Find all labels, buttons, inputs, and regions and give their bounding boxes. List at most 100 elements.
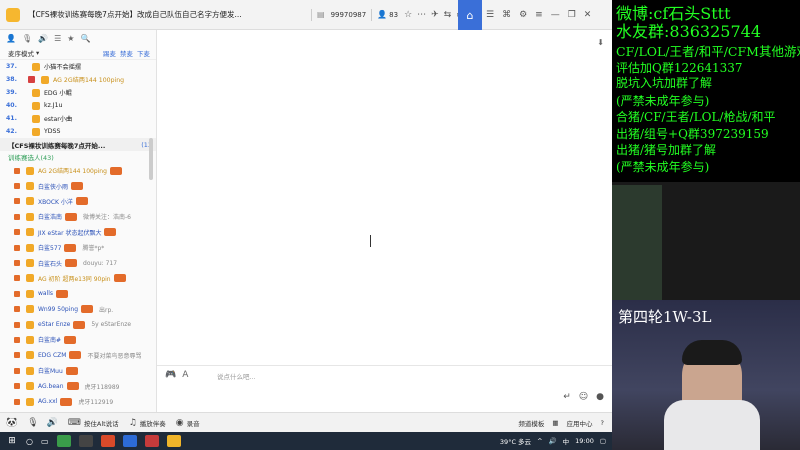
list-icon[interactable]: ☰ [54, 34, 61, 43]
member-item[interactable]: JIX eStar 状态起伏飘大 [0, 225, 156, 240]
record-button[interactable]: ◉ 录音 [176, 418, 200, 428]
member-item[interactable]: 白鲨石头 douyu: 717 [0, 255, 156, 270]
star-icon[interactable]: ★ [67, 34, 74, 43]
mic-queue-item[interactable]: 42. YDSS [0, 125, 156, 138]
app-icon[interactable] [166, 435, 181, 447]
settings-icon[interactable]: ⚙ [519, 10, 527, 20]
clock[interactable]: 19:00 [575, 437, 594, 445]
minimize-icon[interactable]: — [551, 10, 560, 20]
member-item[interactable]: 白鲨577 腾誉*p* [0, 240, 156, 255]
font-icon[interactable]: A [182, 370, 188, 380]
play-music-button[interactable]: ♫ 播放伴奏 [129, 418, 166, 428]
menu-icon[interactable]: ≡ [535, 10, 543, 20]
gamepad-icon[interactable]: ⌘ [502, 10, 511, 20]
member-item[interactable]: eStar Enze 5y eStarEnze [0, 317, 156, 332]
member-name: walls [38, 290, 54, 298]
member-item[interactable]: Wn99 50ping 出rp. [0, 302, 156, 317]
kick-mic-button[interactable]: 踢麦 [103, 48, 116, 58]
member-item[interactable]: EDG CZM 不要对菜鸟恶意辱骂 [0, 348, 156, 363]
member-item[interactable]: AG.xxl 虎牙112919 [0, 394, 156, 409]
chat-input[interactable]: 说点什么吧... [217, 371, 256, 381]
crown-icon [26, 274, 34, 283]
member-item[interactable]: walls [0, 286, 156, 301]
ban-mic-button[interactable]: 禁麦 [120, 48, 133, 58]
group-header[interactable]: 【CFS裸妆训练赛每晚7点开始... (13 [0, 138, 156, 151]
volume-icon[interactable]: 🔊 [549, 437, 557, 445]
tray-icon[interactable]: ^ [537, 437, 542, 445]
member-item[interactable]: AG 2G结两144 100ping [0, 163, 156, 178]
gamepad-icon[interactable]: 🎮 [165, 370, 176, 380]
member-item[interactable]: 白鲨Muu [0, 363, 156, 378]
chat-input-area[interactable]: 🎮 A 说点什么吧... ↵ ☺ ● [157, 365, 612, 412]
mic-mode-label[interactable]: 麦序模式 [8, 48, 34, 58]
mic-queue-item[interactable]: 41. estar小曲 [0, 112, 156, 125]
mic-queue-item[interactable]: 39. EDG 小鲲 [0, 86, 156, 99]
app-icon[interactable] [122, 435, 137, 447]
subgroup-header[interactable]: 训练赛选人(43) [0, 151, 156, 163]
maximize-icon[interactable]: ❐ [568, 10, 576, 20]
overlay-line: 合猪/CF/王者/LOL/枪战/和平 [616, 110, 776, 124]
speaker-icon[interactable]: 🔊 [38, 34, 48, 43]
crown-icon [26, 382, 34, 391]
download-icon[interactable]: ⬇ [597, 38, 604, 47]
member-item[interactable]: 白鲨浩南 微博关注：浩南-6 [0, 209, 156, 224]
home-button[interactable]: ⌂ [458, 0, 482, 30]
push-to-talk-button[interactable]: ⌨ 按住Alt说话 [68, 418, 119, 428]
level-badge-icon [65, 259, 78, 268]
mic-icon[interactable]: 🎙 [22, 34, 32, 43]
mascot-icon: 🐼 [6, 417, 18, 428]
member-name: 白鲨石头 [38, 260, 63, 268]
list-icon[interactable]: ☰ [486, 10, 494, 20]
mic-queue-item[interactable]: 38. AG 2G结两144 100ping [0, 73, 156, 86]
queue-name: AG 2G结两144 100ping [53, 77, 125, 84]
app-icon[interactable] [56, 435, 71, 447]
lang-indicator[interactable]: 中 [563, 436, 570, 446]
crown-icon [32, 62, 40, 71]
mic-queue-item[interactable]: 40. kz.J1u [0, 99, 156, 112]
member-name: eStar Enze [38, 321, 71, 329]
crown-icon [26, 182, 34, 191]
search-icon[interactable]: ○ [26, 437, 33, 446]
app-icon[interactable] [144, 435, 159, 447]
share-icon[interactable]: ⇆ [444, 10, 452, 20]
mic-icon[interactable]: 🎙 [27, 418, 38, 428]
search-icon[interactable]: 🔍 [80, 34, 90, 43]
help-icon[interactable]: ? [601, 419, 604, 427]
member-signature: 微博关注：浩南-6 [83, 214, 131, 222]
windows-start-icon[interactable]: ⊞ [4, 434, 20, 448]
mic-queue-item[interactable]: 37. 小猫不会摇摆 [0, 60, 156, 73]
close-icon[interactable]: ✕ [584, 10, 592, 20]
chevron-down-icon[interactable]: ▾ [36, 49, 39, 57]
member-panel: 👤 🎙 🔊 ☰ ★ 🔍 麦序模式 ▾ 踢麦 禁麦 下麦 37. 小猫不会摇摆 38.… [0, 30, 157, 437]
member-item[interactable]: AG.bean 虎牙118989 [0, 378, 156, 393]
user-icon[interactable]: 👤 [6, 34, 16, 43]
scrollbar[interactable] [149, 138, 153, 180]
taskview-icon[interactable]: ▭ [41, 437, 49, 446]
role-icon [14, 198, 20, 205]
member-item[interactable]: 白鲨侠小雨 [0, 178, 156, 193]
role-icon [14, 352, 20, 359]
volume-icon[interactable]: 🔊 [47, 418, 58, 428]
leave-mic-button[interactable]: 下麦 [137, 48, 150, 58]
overlay-line: 脱坑入坑加群了解 [616, 76, 713, 90]
member-item[interactable]: AG 初阶 超两e13同 90pin [0, 271, 156, 286]
crown-icon [26, 166, 34, 175]
user-count-icon: 👤 [377, 10, 388, 19]
app-icon[interactable] [78, 435, 93, 447]
apps-icon[interactable]: ▦ [552, 419, 558, 427]
send-icon[interactable]: ↵ [563, 392, 571, 402]
star-icon[interactable]: ☆ [404, 10, 412, 20]
member-item[interactable]: 白鲨南# [0, 332, 156, 347]
role-icon [14, 367, 20, 374]
emoji-icon[interactable]: ☺ [579, 392, 588, 402]
app-center-button[interactable]: 应用中心 [567, 418, 593, 428]
member-name: AG 2G结两144 100ping [38, 168, 107, 176]
home-icon: ⌂ [466, 8, 474, 22]
more-icon[interactable]: ⋯ [417, 10, 426, 20]
channel-template-button[interactable]: 频道模板 [518, 418, 544, 428]
member-item[interactable]: XBOCK 小洋 [0, 194, 156, 209]
app-icon[interactable] [100, 435, 115, 447]
gift-icon[interactable]: ● [596, 392, 604, 402]
plane-icon[interactable]: ✈ [431, 10, 439, 20]
notification-icon[interactable]: ▢ [600, 437, 606, 445]
